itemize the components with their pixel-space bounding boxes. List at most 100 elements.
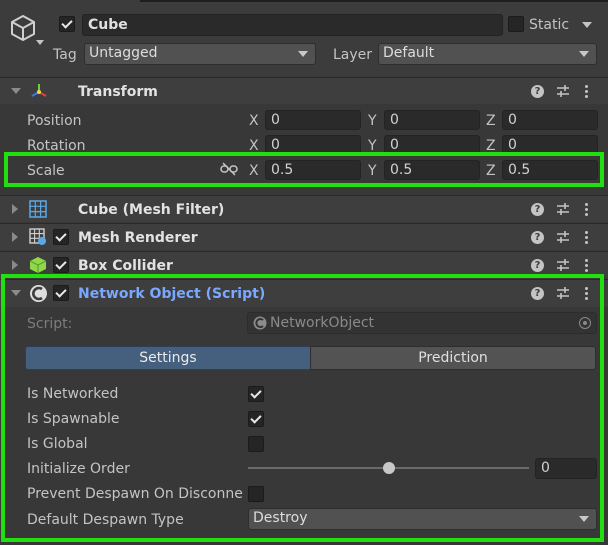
default-despawn-type-value: Destroy xyxy=(253,510,308,526)
presets-icon[interactable] xyxy=(556,258,570,272)
tab-prediction[interactable]: Prediction xyxy=(310,346,596,370)
mesh-grid-icon xyxy=(29,200,47,218)
initialize-order-field[interactable]: 0 xyxy=(535,458,597,479)
presets-icon[interactable] xyxy=(556,202,570,216)
network-object-body: Script: NetworkObject Settings Predictio… xyxy=(0,307,608,545)
position-z-field[interactable]: 0 xyxy=(502,110,598,130)
kebab-menu-icon[interactable] xyxy=(585,287,588,300)
unlinked-proportions-icon[interactable] xyxy=(220,162,238,176)
mesh-renderer-title: Mesh Renderer xyxy=(78,230,198,246)
scale-x-axis-label[interactable]: X xyxy=(249,163,259,179)
script-object-field: NetworkObject xyxy=(247,312,597,334)
kebab-menu-icon[interactable] xyxy=(585,85,588,98)
is-global-checkbox[interactable] xyxy=(248,436,264,452)
help-icon[interactable]: ? xyxy=(531,259,544,272)
transform-header[interactable]: Transform ? xyxy=(0,77,608,104)
presets-icon[interactable] xyxy=(556,84,570,98)
foldout-expanded-icon[interactable] xyxy=(11,88,21,94)
object-picker-icon xyxy=(579,317,591,329)
chevron-down-icon xyxy=(298,51,308,57)
prevent-despawn-checkbox[interactable] xyxy=(248,486,264,502)
is-spawnable-checkbox[interactable] xyxy=(248,411,264,427)
tab-settings[interactable]: Settings xyxy=(25,346,311,370)
position-y-field[interactable]: 0 xyxy=(384,110,480,130)
green-cube-icon xyxy=(29,256,47,274)
mesh-renderer-enabled-checkbox[interactable] xyxy=(53,229,69,245)
tag-dropdown[interactable]: Untagged xyxy=(84,43,316,65)
scale-x-field[interactable]: 0.5 xyxy=(265,160,361,180)
is-global-label: Is Global xyxy=(27,436,88,452)
foldout-collapsed-icon[interactable] xyxy=(12,204,18,214)
mesh-filter-title: Cube (Mesh Filter) xyxy=(78,202,225,218)
help-icon[interactable]: ? xyxy=(531,203,544,216)
help-icon[interactable]: ? xyxy=(531,287,544,300)
position-x-field[interactable]: 0 xyxy=(265,110,361,130)
tab-settings-label: Settings xyxy=(139,350,197,366)
foldout-collapsed-icon[interactable] xyxy=(12,232,18,242)
default-despawn-type-label: Default Despawn Type xyxy=(27,512,184,528)
scale-y-field[interactable]: 0.5 xyxy=(384,160,480,180)
static-dropdown-arrow-icon[interactable] xyxy=(582,22,592,28)
script-label: Script: xyxy=(27,316,73,332)
rotation-z-field[interactable]: 0 xyxy=(502,135,598,155)
position-y-axis-label[interactable]: Y xyxy=(368,113,377,129)
rotation-label: Rotation xyxy=(27,138,86,154)
kebab-menu-icon[interactable] xyxy=(585,203,588,216)
scale-z-axis-label[interactable]: Z xyxy=(486,163,496,179)
chevron-down-icon xyxy=(579,51,589,57)
kebab-menu-icon[interactable] xyxy=(585,259,588,272)
rotation-y-field[interactable]: 0 xyxy=(384,135,480,155)
box-collider-enabled-checkbox[interactable] xyxy=(53,257,69,273)
script-c-icon xyxy=(253,316,267,330)
rotation-x-axis-label[interactable]: X xyxy=(249,138,259,154)
foldout-expanded-icon[interactable] xyxy=(11,290,21,296)
rotation-y-axis-label[interactable]: Y xyxy=(368,138,377,154)
static-checkbox[interactable] xyxy=(508,16,524,32)
top-scroll-line xyxy=(140,0,608,2)
gameobject-header: Cube Static Tag Untagged Layer Default xyxy=(0,0,608,76)
initialize-order-label: Initialize Order xyxy=(27,461,130,477)
gameobject-active-checkbox[interactable] xyxy=(59,16,75,32)
script-value: NetworkObject xyxy=(270,315,375,331)
scale-label: Scale xyxy=(27,163,65,179)
scale-z-field[interactable]: 0.5 xyxy=(502,160,598,180)
transform-axes-icon xyxy=(31,83,47,99)
box-collider-title: Box Collider xyxy=(78,258,173,274)
network-object-title: Network Object (Script) xyxy=(78,286,266,302)
kebab-menu-icon[interactable] xyxy=(585,231,588,244)
initialize-order-slider-thumb[interactable] xyxy=(383,462,395,474)
tag-value: Untagged xyxy=(89,45,158,61)
tab-prediction-label: Prediction xyxy=(418,350,488,366)
layer-dropdown[interactable]: Default xyxy=(378,43,597,65)
box-collider-header[interactable]: Box Collider ? xyxy=(0,251,608,278)
transform-title: Transform xyxy=(78,84,158,100)
layer-label: Layer xyxy=(333,47,373,63)
prevent-despawn-label: Prevent Despawn On Disconne xyxy=(27,486,243,502)
scale-y-axis-label[interactable]: Y xyxy=(368,163,377,179)
default-despawn-type-dropdown[interactable]: Destroy xyxy=(248,508,597,530)
is-spawnable-label: Is Spawnable xyxy=(27,411,120,427)
gameobject-name-field[interactable]: Cube xyxy=(82,14,503,36)
network-script-icon xyxy=(29,284,48,303)
icon-dropdown-arrow-icon[interactable] xyxy=(36,40,44,45)
mesh-renderer-icon xyxy=(29,228,47,246)
position-x-axis-label[interactable]: X xyxy=(249,113,259,129)
rotation-x-field[interactable]: 0 xyxy=(265,135,361,155)
transform-body: Position X 0 Y 0 Z 0 Rotation X 0 Y 0 Z … xyxy=(0,104,608,194)
help-icon[interactable]: ? xyxy=(531,85,544,98)
presets-icon[interactable] xyxy=(556,230,570,244)
static-label: Static xyxy=(529,17,570,33)
chevron-down-icon xyxy=(579,516,589,522)
mesh-filter-header[interactable]: Cube (Mesh Filter) ? xyxy=(0,195,608,222)
position-z-axis-label[interactable]: Z xyxy=(486,113,496,129)
rotation-z-axis-label[interactable]: Z xyxy=(486,138,496,154)
is-networked-checkbox[interactable] xyxy=(248,386,264,402)
help-icon[interactable]: ? xyxy=(531,231,544,244)
foldout-collapsed-icon[interactable] xyxy=(12,260,18,270)
presets-icon[interactable] xyxy=(556,286,570,300)
network-object-header[interactable]: Network Object (Script) ? xyxy=(0,279,608,307)
network-object-enabled-checkbox[interactable] xyxy=(53,285,69,301)
tag-label: Tag xyxy=(53,47,77,63)
mesh-renderer-header[interactable]: Mesh Renderer ? xyxy=(0,223,608,250)
is-networked-label: Is Networked xyxy=(27,386,119,402)
